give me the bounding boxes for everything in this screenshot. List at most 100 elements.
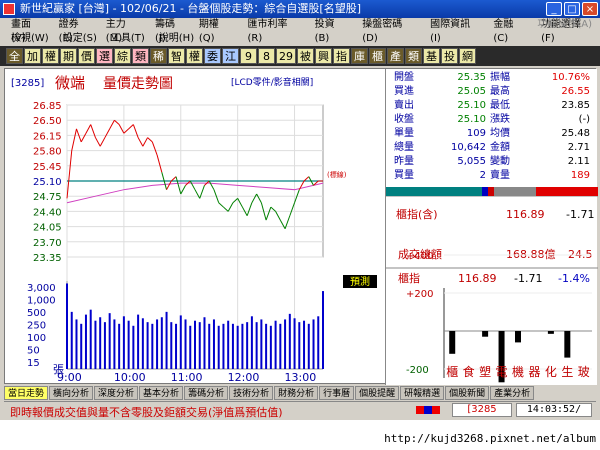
- tab-0[interactable]: 當日走勢: [4, 386, 49, 400]
- stock-name: 微端: [55, 74, 85, 92]
- quote-value: 2.11: [567, 156, 590, 167]
- sector-bar: [515, 331, 521, 343]
- toolbar-button[interactable]: 稀: [150, 48, 167, 64]
- sector-category-label: 化: [545, 365, 557, 379]
- toolbar-button[interactable]: 綜: [114, 48, 131, 64]
- menu-item[interactable]: 檢視(W): [4, 32, 56, 46]
- sector-index-change: -1.71: [514, 272, 542, 285]
- volume-unit: 張: [53, 363, 64, 376]
- toolbar-button[interactable]: 價: [78, 48, 95, 64]
- quote-row: 開盤 25.35 振幅 10.76%: [386, 72, 598, 83]
- toolbar-button[interactable]: 29: [276, 48, 296, 64]
- price-segment: [279, 219, 286, 230]
- forecast-button[interactable]: 預測: [343, 275, 377, 288]
- quote-value: 25.35: [457, 72, 486, 83]
- stock-category: [LCD零件/影音相關]: [231, 76, 313, 88]
- time-tick-label: 11:00: [171, 371, 203, 384]
- toolbar-button[interactable]: 指: [333, 48, 350, 64]
- analysis-tabs: 當日走勢 橫向分析 深度分析 基本分析 籌碼分析 技術分析 財務分析 行事曆 個股提醒 研報精選個…: [4, 386, 596, 400]
- price-segment: [237, 198, 243, 208]
- index-panel: 櫃指(含) 116.89 -1.71成交總額 168.88億 24.5櫃指 116.89-…: [386, 196, 598, 383]
- toolbar-button[interactable]: 基: [423, 48, 440, 64]
- toolbar-button[interactable]: 期: [60, 48, 77, 64]
- otc-index-change: -1.71: [566, 208, 594, 221]
- price-tick-label: 24.40: [33, 207, 62, 218]
- tab-6[interactable]: 財務分析: [274, 386, 319, 400]
- tab-3[interactable]: 基本分析: [139, 386, 184, 400]
- quote-label: 買量: [394, 170, 414, 181]
- app-icon: [3, 3, 15, 15]
- price-segment: [223, 206, 229, 212]
- status-indicator: [416, 406, 440, 414]
- toolbar-button[interactable]: 9: [240, 48, 257, 64]
- quote-label: 買進: [394, 86, 414, 97]
- toolbar-button[interactable]: 智: [168, 48, 185, 64]
- price-segment: [166, 180, 172, 190]
- quote-label: 振幅: [490, 72, 510, 83]
- tab-11[interactable]: 產業分析: [490, 386, 535, 400]
- tab-5[interactable]: 技術分析: [229, 386, 274, 400]
- tab-1[interactable]: 橫向分析: [49, 386, 94, 400]
- quote-label: 賣出: [394, 100, 414, 111]
- toolbar-button[interactable]: 產: [387, 48, 404, 64]
- toolbar-button[interactable]: 類: [132, 48, 149, 64]
- toolbar-button[interactable]: 投: [441, 48, 458, 64]
- quote-row: 買進 25.05 最高 26.55: [386, 86, 598, 97]
- time-tick-label: 13:00: [285, 371, 317, 384]
- volume-tick-label: 100: [27, 333, 46, 344]
- tab-10[interactable]: 個股新聞: [445, 386, 490, 400]
- menu-item[interactable]: 國際資訊(I): [423, 18, 486, 46]
- sector-category-label: 機: [512, 364, 524, 379]
- price-tick-label: 26.50: [33, 116, 62, 127]
- price-segment: [109, 119, 115, 130]
- chart-panel: [3285] 微端 量價走勢圖 [LCD零件/影音相關] 26.85 26.50 26.15…: [4, 68, 598, 385]
- menu-item[interactable]: 金融(C): [486, 18, 534, 46]
- menu-item[interactable]: 工具(T): [104, 32, 152, 46]
- sector-tick-label: +200: [406, 289, 433, 300]
- tab-9[interactable]: 研報精選: [400, 386, 445, 400]
- toolbar-button[interactable]: 選: [96, 48, 113, 64]
- tab-2[interactable]: 深度分析: [94, 386, 139, 400]
- menu-bar: 畫面(V) 證券(E) 主力(M) 籌碼(J) 期權(Q) 匯市利率(R) 投資(B) 操盤密…: [0, 18, 600, 46]
- sector-index-pct: -1.4%: [558, 272, 590, 285]
- toolbar-button[interactable]: 8: [258, 48, 275, 64]
- menu-function-operation[interactable]: 功能操作(A): [537, 18, 592, 32]
- toolbar-button[interactable]: 類: [405, 48, 422, 64]
- menu-item[interactable]: 說明(H): [152, 32, 201, 46]
- quote-row: 買量 2 賣量 189: [386, 170, 598, 181]
- toolbar-button[interactable]: 被: [297, 48, 314, 64]
- price-tick-label: 24.75: [33, 192, 62, 203]
- toolbar-button[interactable]: 全: [6, 48, 23, 64]
- toolbar-button[interactable]: 權: [42, 48, 59, 64]
- quote-value: 5,055: [457, 156, 486, 167]
- close-button[interactable]: ×: [582, 2, 598, 16]
- title-bar: 新世紀贏家 [台灣] - 102/06/21 - 台盤個股走勢：綜合自選股[名望…: [0, 0, 600, 18]
- toolbar-button[interactable]: 興: [315, 48, 332, 64]
- sector-index-label: 櫃指: [398, 271, 420, 285]
- tab-7[interactable]: 行事曆: [319, 386, 355, 400]
- sector-category-label: 食: [463, 364, 475, 379]
- quote-value: 25.48: [561, 128, 590, 139]
- price-segment: [85, 124, 92, 134]
- price-segment: [142, 137, 149, 147]
- menu-item[interactable]: 投資(B): [308, 18, 356, 46]
- price-segment: [208, 180, 215, 190]
- toolbar-button[interactable]: 庫: [351, 48, 368, 64]
- minimize-button[interactable]: _: [546, 2, 562, 16]
- toolbar-button[interactable]: 權: [186, 48, 203, 64]
- toolbar-button[interactable]: 江: [222, 48, 239, 64]
- toolbar-button[interactable]: 網: [459, 48, 476, 64]
- toolbar-button[interactable]: 加: [24, 48, 41, 64]
- tab-8[interactable]: 個股提醒: [355, 386, 400, 400]
- toolbar-button[interactable]: 櫃: [369, 48, 386, 64]
- menu-item[interactable]: 操盤密碼(D): [355, 18, 423, 46]
- price-segment: [194, 189, 201, 199]
- maximize-button[interactable]: □: [564, 2, 580, 16]
- price-segment: [137, 137, 144, 147]
- toolbar-button[interactable]: 委: [204, 48, 221, 64]
- price-segment: [270, 206, 276, 212]
- tab-4[interactable]: 籌碼分析: [184, 386, 229, 400]
- menu-item[interactable]: 設定(S): [56, 32, 104, 46]
- volume-tick-label: 15: [27, 358, 40, 369]
- menu-item[interactable]: 匯市利率(R): [241, 18, 308, 46]
